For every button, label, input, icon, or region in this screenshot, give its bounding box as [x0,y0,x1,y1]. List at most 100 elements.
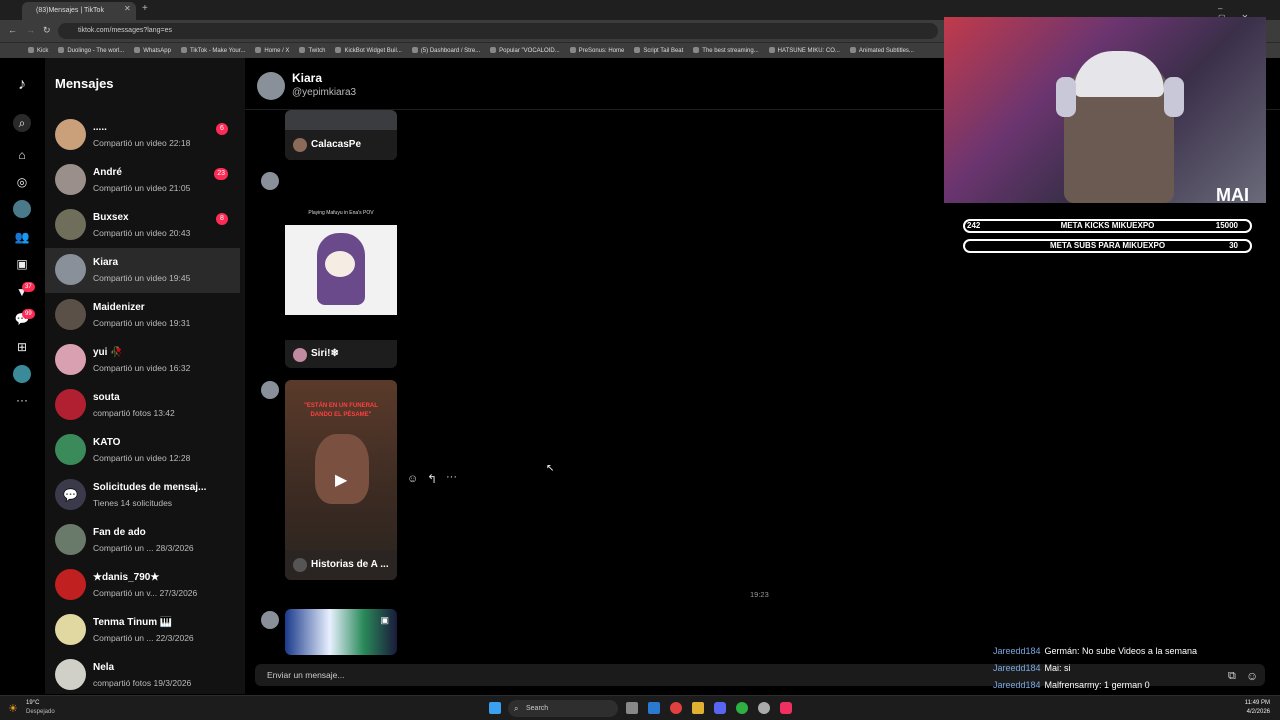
conversation-item[interactable]: Nela compartió fotos 19/3/2026 [45,653,240,694]
conversation-preview: Compartió un ... 22/3/2026 [93,633,194,643]
conversation-item[interactable]: Fan de ado Compartió un ... 28/3/2026 [45,518,240,563]
kicks-goal-label: META KICKS MIKUEXPO [1060,221,1155,230]
shared-video-card[interactable]: Playing Mafuyu in Ena's POV Siri!❄ [285,206,397,368]
kicks-goal-target: 15000 [1215,221,1238,230]
weather-icon[interactable]: ☀ [8,702,18,715]
start-icon[interactable] [489,702,501,714]
back-icon[interactable]: ← [8,25,17,35]
live-icon[interactable]: ▣ [13,255,31,273]
chat-username: Jareedd184 [993,680,1041,690]
bookmark-item[interactable]: Popular "VOCALOID... [490,47,560,54]
bookmark-item[interactable]: HATSUNE MIKU: CO... [769,47,840,54]
shared-video-card[interactable]: ▣ [285,609,397,655]
conversation-preview: Compartió un video 16:32 [93,363,191,373]
screenshot-icon[interactable]: ⧉ [1228,670,1236,683]
contact-avatar[interactable] [257,72,285,100]
conversation-name: Maidenizer [93,302,145,313]
sender-avatar [261,381,279,399]
sender-avatar [261,611,279,629]
bookmark-item[interactable]: Animated Subtitles... [850,47,914,54]
clock-time[interactable]: 11:49 PM [1245,700,1270,706]
contact-handle: @yepimkiara3 [292,87,357,98]
conversation-preview: Tienes 14 solicitudes [93,498,173,508]
bookmark-item[interactable]: WhatsApp [134,47,171,54]
conversation-preview: Compartió un video 22:18 [93,138,191,148]
bookmark-item[interactable]: Home / X [255,47,289,54]
conversation-item[interactable]: Kiara Compartió un video 19:45 [45,248,240,293]
react-icon[interactable]: ☺ [407,473,418,485]
tab-close-icon[interactable]: ✕ [124,4,131,13]
new-tab-icon[interactable]: + [142,3,148,14]
weather-desc: Despejado [26,709,55,715]
streamer-logo: MAI [1216,185,1249,203]
page-title: Mensajes [55,76,114,91]
reload-icon[interactable]: ↻ [43,25,51,36]
card-caption: "ESTÁN EN UN FUNERAL DANDO EL PÉSAME" [304,403,378,418]
shared-video-card[interactable]: CalacasPe [285,110,397,160]
card-author: Historias de A ... [311,559,389,570]
activity-badge: 37 [22,282,35,292]
profile-icon[interactable] [13,365,31,383]
explore-icon[interactable]: ◎ [13,173,31,191]
bookmark-item[interactable]: The best streaming... [693,47,758,54]
conversation-preview: Compartió un video 12:28 [93,453,191,463]
contact-name[interactable]: Kiara [292,71,322,85]
bookmark-item[interactable]: Kick [28,47,48,54]
more-options-icon[interactable]: ··· [446,471,457,483]
card-caption: Playing Mafuyu in Ena's POV [308,210,374,216]
conversation-item[interactable]: Maidenizer Compartió un video 19:31 [45,293,240,338]
conversation-avatar [55,389,86,420]
reply-icon[interactable]: ↰ [427,472,437,486]
conversation-avatar [55,344,86,375]
conversation-avatar [55,164,86,195]
bookmark-item[interactable]: Twitch [299,47,325,54]
conversation-preview: Compartió un video 21:05 [93,183,191,193]
clock-date[interactable]: 4/2/2026 [1247,709,1270,715]
browser-tab[interactable]: (83)Mensajes | TikTok [22,2,136,20]
conversation-item[interactable]: 💬 Solicitudes de mensaj... Tienes 14 solic… [45,473,240,518]
upload-icon[interactable]: ⊞ [13,338,31,356]
windows-taskbar: ☀ 19°C Despejado ⌕ Search 11:49 PM 4/2/20… [0,695,1280,720]
bookmark-item[interactable]: TikTok - Make Your... [181,47,245,54]
address-bar[interactable]: tiktok.com/messages?lang=es [58,23,938,39]
conversation-item[interactable]: souta compartió fotos 13:42 [45,383,240,428]
conversation-item[interactable]: Buxsex Compartió un video 20:43 8 [45,203,240,248]
friends-icon[interactable]: 👥 [13,228,31,246]
conversation-avatar [55,659,86,690]
tiktok-logo-icon[interactable]: ♪ [13,76,31,94]
conversation-item[interactable]: ★danis_790★ Compartió un v... 27/3/2026 [45,563,240,608]
subs-goal-bar: META SUBS PARA MIKUEXPO 30 [963,239,1252,253]
conversation-name: Nela [93,662,115,673]
shared-video-card[interactable]: "ESTÁN EN UN FUNERAL DANDO EL PÉSAME" ▶ … [285,380,397,580]
bookmark-item[interactable]: Duolingo - The worl... [58,47,124,54]
bookmark-item[interactable]: PreSonus: Home [570,47,625,54]
conversation-avatar [55,299,86,330]
emoji-icon[interactable]: ☺ [1246,669,1258,683]
conversation-item[interactable]: Tenma Tinum 🎹 Compartió un ... 22/3/2026 [45,608,240,653]
bookmark-item[interactable]: (5) Dashboard / Stre... [412,47,480,54]
conversation-name: Fan de ado [93,527,146,538]
inbox-badge: 99 [22,309,35,319]
play-icon[interactable]: ▶ [335,470,347,490]
search-icon: ⌕ [514,704,519,713]
bookmark-item[interactable]: KickBot Widget Buil... [335,47,401,54]
conversation-avatar [55,119,86,150]
profile-avatar-icon[interactable] [13,200,31,218]
subs-goal-label: META SUBS PARA MIKUEXPO [1049,241,1166,250]
home-icon[interactable]: ⌂ [13,146,31,164]
bookmark-item[interactable]: Script Tail Beat [634,47,683,54]
more-icon[interactable]: ··· [13,391,31,409]
taskbar-search[interactable]: ⌕ Search [508,700,618,717]
conversation-name: Buxsex [93,212,129,223]
forward-icon[interactable]: → [26,25,35,35]
webcam-overlay: MAI [944,17,1266,203]
conversation-item[interactable]: André Compartió un video 21:05 23 [45,158,240,203]
search-icon[interactable]: ⌕ [13,114,31,132]
conversation-item[interactable]: ..... Compartió un video 22:18 6 [45,113,240,158]
conversation-avatar [55,569,86,600]
conversation-item[interactable]: yui 🥀 Compartió un video 16:32 [45,338,240,383]
conversation-item[interactable]: KATO Compartió un video 12:28 [45,428,240,473]
taskbar-apps[interactable] [626,702,792,714]
conversation-name: Tenma Tinum 🎹 [93,617,173,628]
author-avatar [293,348,307,362]
